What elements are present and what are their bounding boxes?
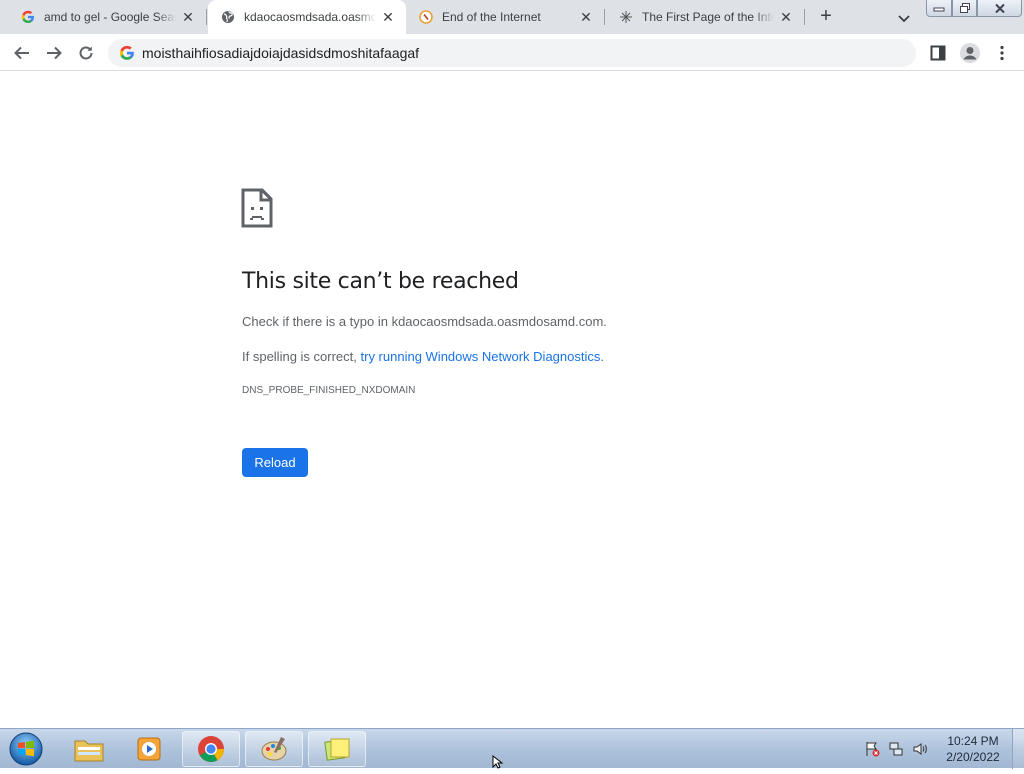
tab-first-page[interactable]: The First Page of the Internet ✕ [606, 0, 804, 34]
new-tab-icon[interactable]: + [814, 5, 838, 29]
media-player-icon[interactable] [120, 731, 178, 767]
start-button[interactable] [6, 730, 46, 768]
typo-hint: Check if there is a typo in kdaocaosmdsa… [242, 314, 607, 329]
restore-icon[interactable] [952, 0, 977, 17]
address-input[interactable] [142, 39, 902, 67]
close-tab-icon[interactable]: ✕ [578, 9, 594, 25]
address-bar[interactable] [108, 39, 916, 67]
browser-toolbar [0, 34, 1024, 71]
forward-arrow-icon[interactable] [42, 41, 66, 65]
side-panel-icon[interactable] [926, 41, 950, 65]
error-code: DNS_PROBE_FINISHED_NXDOMAIN [242, 385, 416, 396]
back-arrow-icon[interactable] [10, 41, 34, 65]
tab-google-search[interactable]: amd to gel - Google Search ✕ [8, 0, 206, 34]
network-diagnostics-link[interactable]: try running Windows Network Diagnostics [361, 349, 601, 364]
error-title: This site can’t be reached [242, 269, 519, 294]
chrome-icon[interactable] [182, 731, 240, 767]
more-menu-icon[interactable] [990, 41, 1014, 65]
reload-icon[interactable] [74, 41, 98, 65]
diagnostics-hint: If spelling is correct, try running Wind… [242, 349, 604, 364]
diagnostics-suffix: . [600, 349, 604, 364]
close-tab-icon[interactable]: ✕ [778, 9, 794, 25]
file-explorer-icon[interactable] [60, 731, 118, 767]
compass-icon [418, 9, 434, 25]
tab-end-of-internet[interactable]: End of the Internet ✕ [406, 0, 604, 34]
globe-icon [220, 9, 236, 25]
tab-title: The First Page of the Internet [642, 10, 774, 24]
close-window-icon[interactable] [977, 0, 1022, 17]
windows-taskbar: 10:24 PM 2/20/2022 [0, 728, 1024, 769]
clock-date: 2/20/2022 [946, 750, 1000, 764]
tab-title: End of the Internet [442, 10, 541, 24]
error-page: This site can’t be reached Check if ther… [0, 71, 1024, 728]
sad-page-icon [240, 188, 274, 228]
system-tray [862, 729, 934, 769]
tab-title: kdaocaosmdsada.oasmdosamd.com [244, 10, 376, 24]
tab-title: amd to gel - Google Search [44, 10, 176, 24]
network-icon[interactable] [886, 739, 906, 759]
diagnostics-prefix: If spelling is correct, [242, 349, 361, 364]
close-tab-icon[interactable]: ✕ [380, 9, 396, 25]
reload-button[interactable]: Reload [242, 448, 308, 477]
tab-separator [206, 9, 207, 25]
show-desktop-button[interactable] [1012, 729, 1024, 769]
minimize-icon[interactable] [926, 0, 952, 17]
clock-time: 10:24 PM [947, 734, 999, 748]
mouse-cursor-icon [492, 754, 504, 769]
tab-separator [604, 9, 605, 25]
google-icon [119, 45, 135, 61]
system-clock[interactable]: 10:24 PM 2/20/2022 [940, 733, 1006, 765]
sticky-notes-icon[interactable] [308, 731, 366, 767]
tab-strip: amd to gel - Google Search ✕ kdaocaosmds… [0, 0, 1024, 34]
sparkle-icon [618, 9, 634, 25]
profile-avatar-icon[interactable] [958, 41, 982, 65]
tab-active-site[interactable]: kdaocaosmdsada.oasmdosamd.com ✕ [208, 0, 406, 34]
close-tab-icon[interactable]: ✕ [180, 9, 196, 25]
google-icon [20, 9, 36, 25]
paint-icon[interactable] [245, 731, 303, 767]
action-center-icon[interactable] [862, 739, 882, 759]
window-controls [926, 0, 1024, 18]
tab-separator [804, 9, 805, 25]
chevron-down-icon[interactable] [894, 8, 914, 28]
volume-icon[interactable] [910, 739, 930, 759]
